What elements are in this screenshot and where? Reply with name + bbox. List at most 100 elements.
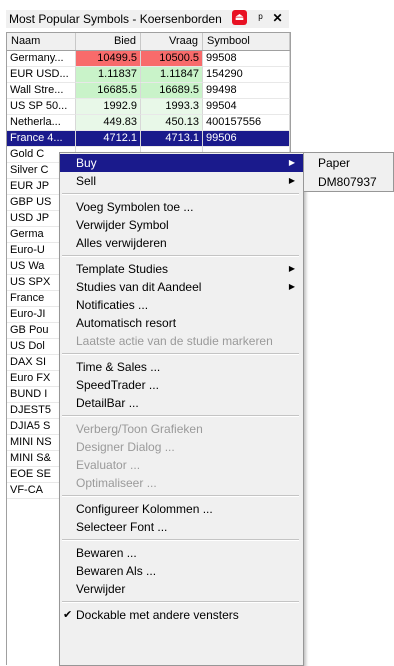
- cell-vraag: 16689.5: [141, 83, 203, 99]
- menu-item-label: Designer Dialog ...: [76, 440, 175, 454]
- menu-item-template-studies[interactable]: Template Studies ▶: [60, 260, 303, 278]
- column-header-naam[interactable]: Naam: [7, 33, 76, 50]
- column-header-vraag[interactable]: Vraag: [141, 33, 203, 50]
- cell-vraag: 450.13: [141, 115, 203, 131]
- menu-item-sell[interactable]: Sell ▶: [60, 172, 303, 190]
- menu-item-label: Verberg/Toon Grafieken: [76, 422, 203, 436]
- checkmark-icon: ✔: [63, 609, 73, 621]
- menu-item-label: Template Studies: [76, 262, 169, 276]
- panel-title: Most Popular Symbols - Koersenborden: [9, 12, 222, 26]
- menu-item-bewaren-als[interactable]: Bewaren Als ...: [60, 562, 303, 580]
- submenu-arrow-icon: ▶: [288, 176, 295, 185]
- menu-separator: [62, 539, 299, 541]
- menu-item-label: Time & Sales ...: [76, 360, 161, 374]
- menu-item-label: SpeedTrader ...: [76, 378, 159, 392]
- cell-naam: Wall Stre...: [7, 83, 76, 99]
- cell-bied: 1.11837: [76, 67, 141, 83]
- menu-item-alles-verwijderen[interactable]: Alles verwijderen: [60, 234, 303, 252]
- menu-item-studies-van-dit-aandeel[interactable]: Studies van dit Aandeel ▶: [60, 278, 303, 296]
- menu-item-selecteer-font[interactable]: Selecteer Font ...: [60, 518, 303, 536]
- cell-vraag: 1.11847: [141, 67, 203, 83]
- menu-separator: [62, 353, 299, 355]
- menu-item-label: DetailBar ...: [76, 396, 139, 410]
- cell-symbool: 99508: [203, 51, 290, 67]
- cell-bied: 10499.5: [76, 51, 141, 67]
- buy-submenu: Paper DM807937: [303, 152, 394, 192]
- menu-item-voeg-symbolen-toe[interactable]: Voeg Symbolen toe ...: [60, 198, 303, 216]
- submenu-arrow-icon: ▶: [288, 158, 295, 167]
- table-row[interactable]: EUR USD... 1.11837 1.11847 154290: [7, 67, 290, 83]
- menu-item-verberg-toon-grafieken[interactable]: Verberg/Toon Grafieken: [60, 420, 303, 438]
- submenu-item-paper[interactable]: Paper: [304, 154, 393, 172]
- pin-icon[interactable]: ᵖ: [253, 11, 268, 26]
- menu-item-verwijder[interactable]: Verwijder: [60, 580, 303, 598]
- menu-item-automatisch-resort[interactable]: Automatisch resort: [60, 314, 303, 332]
- menu-item-label: Voeg Symbolen toe ...: [76, 200, 194, 214]
- status-icon[interactable]: ⏏: [232, 10, 247, 25]
- menu-item-detailbar[interactable]: DetailBar ...: [60, 394, 303, 412]
- submenu-arrow-icon: ▶: [288, 264, 295, 273]
- menu-item-designer-dialog[interactable]: Designer Dialog ...: [60, 438, 303, 456]
- cell-vraag: 1993.3: [141, 99, 203, 115]
- cell-bied: 4712.1: [76, 131, 141, 147]
- table-header: Naam Bied Vraag Symbool: [7, 33, 290, 51]
- column-header-bied[interactable]: Bied: [76, 33, 141, 50]
- panel-titlebar: Most Popular Symbols - Koersenborden ⏏ ᵖ…: [6, 10, 289, 28]
- menu-item-verwijder-symbol[interactable]: Verwijder Symbol: [60, 216, 303, 234]
- menu-item-label: Automatisch resort: [76, 316, 177, 330]
- table-row[interactable]: US SP 50... 1992.9 1993.3 99504: [7, 99, 290, 115]
- context-menu: Buy ▶ Sell ▶ Voeg Symbolen toe ... Verwijder …: [59, 152, 304, 666]
- menu-item-time-sales[interactable]: Time & Sales ...: [60, 358, 303, 376]
- cell-naam: France 4...: [7, 131, 76, 147]
- cell-symbool: 99506: [203, 131, 290, 147]
- menu-item-label: Configureer Kolommen ...: [76, 502, 213, 516]
- cell-symbool: 99504: [203, 99, 290, 115]
- table-row[interactable]: Wall Stre... 16685.5 16689.5 99498: [7, 83, 290, 99]
- menu-item-label: Optimaliseer ...: [76, 476, 157, 490]
- table-row[interactable]: Netherla... 449.83 450.13 400157556: [7, 115, 290, 131]
- menu-separator: [62, 415, 299, 417]
- menu-separator: [62, 495, 299, 497]
- menu-item-label: Verwijder Symbol: [76, 218, 169, 232]
- cell-bied: 16685.5: [76, 83, 141, 99]
- menu-item-label: Sell: [76, 174, 97, 188]
- submenu-item-account[interactable]: DM807937: [304, 173, 393, 191]
- menu-item-configureer-kolommen[interactable]: Configureer Kolommen ...: [60, 500, 303, 518]
- cell-naam: EUR USD...: [7, 67, 76, 83]
- menu-item-optimaliseer[interactable]: Optimaliseer ...: [60, 474, 303, 492]
- cell-bied: 1992.9: [76, 99, 141, 115]
- menu-separator: [62, 193, 299, 195]
- menu-item-label: Buy: [76, 156, 97, 170]
- cell-naam: Germany...: [7, 51, 76, 67]
- menu-item-bewaren[interactable]: Bewaren ...: [60, 544, 303, 562]
- table-row[interactable]: Germany... 10499.5 10500.5 99508: [7, 51, 290, 67]
- menu-item-label: Dockable met andere vensters: [76, 608, 239, 622]
- menu-item-notificaties[interactable]: Notificaties ...: [60, 296, 303, 314]
- cell-symbool: 400157556: [203, 115, 290, 131]
- menu-item-label: Bewaren Als ...: [76, 564, 157, 578]
- close-icon[interactable]: ✕: [270, 11, 285, 26]
- menu-item-label: Alles verwijderen: [76, 236, 167, 250]
- menu-item-laatste-actie-van-de-studie-markeren[interactable]: Laatste actie van de studie markeren: [60, 332, 303, 350]
- cell-naam: Netherla...: [7, 115, 76, 131]
- menu-separator: [62, 601, 299, 603]
- cell-bied: 449.83: [76, 115, 141, 131]
- cell-vraag: 4713.1: [141, 131, 203, 147]
- cell-symbool: 154290: [203, 67, 290, 83]
- menu-item-speedtrader[interactable]: SpeedTrader ...: [60, 376, 303, 394]
- cell-symbool: 99498: [203, 83, 290, 99]
- menu-item-label: Laatste actie van de studie markeren: [76, 334, 273, 348]
- menu-item-label: Bewaren ...: [76, 546, 137, 560]
- menu-item-label: Notificaties ...: [76, 298, 149, 312]
- menu-item-label: Selecteer Font ...: [76, 520, 168, 534]
- cell-vraag: 10500.5: [141, 51, 203, 67]
- menu-item-dockable-met-andere-vensters[interactable]: Dockable met andere vensters ✔: [60, 606, 303, 624]
- menu-item-buy[interactable]: Buy ▶: [60, 154, 303, 172]
- menu-item-label: Evaluator ...: [76, 458, 141, 472]
- menu-item-label: Studies van dit Aandeel: [76, 280, 202, 294]
- menu-item-evaluator[interactable]: Evaluator ...: [60, 456, 303, 474]
- column-header-symbool[interactable]: Symbool: [203, 33, 290, 50]
- menu-item-label: Verwijder: [76, 582, 126, 596]
- menu-separator: [62, 255, 299, 257]
- table-row[interactable]: France 4... 4712.1 4713.1 99506: [7, 131, 290, 147]
